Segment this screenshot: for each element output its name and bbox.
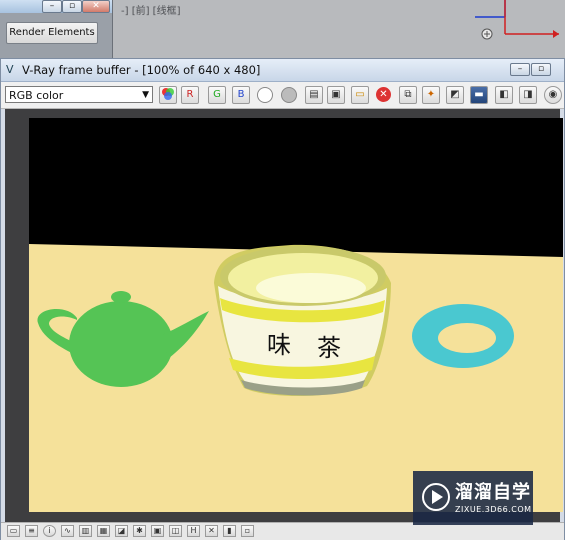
blue-channel-icon[interactable]: B xyxy=(232,86,250,104)
info-icon[interactable]: i xyxy=(43,525,56,537)
render-canvas: 味 茶 xyxy=(29,118,563,512)
curves-icon[interactable]: ∿ xyxy=(61,525,74,537)
color-corrections-icon[interactable]: ▭ xyxy=(7,525,20,537)
channel-select[interactable]: RGB color ▼ xyxy=(5,86,153,103)
viewport-label[interactable]: -] [前] [线框] xyxy=(121,2,180,17)
watermark: 溜溜自学 ZIXUE.3D66.COM xyxy=(413,471,533,525)
command-panel: – ▫ ✕ Render Elements xyxy=(0,0,113,60)
cup-text-right: 茶 xyxy=(317,334,341,362)
front-viewport[interactable]: -] [前] [线框] xyxy=(113,0,565,60)
torus-object xyxy=(412,304,514,368)
lens-effects-icon[interactable]: ▮ xyxy=(223,525,236,537)
vfb-restore-button[interactable]: ▫ xyxy=(531,63,551,76)
track-mouse-icon[interactable]: ✦ xyxy=(422,86,440,104)
link-icon[interactable]: ▬ xyxy=(470,86,488,104)
render-image[interactable]: 味 茶 xyxy=(29,118,563,512)
history-icon[interactable]: ◨ xyxy=(519,86,537,104)
vfb-title: V-Ray frame buffer - [100% of 640 x 480] xyxy=(22,63,261,77)
display-correction-icon[interactable]: ◧ xyxy=(495,86,513,104)
axis-gizmo xyxy=(475,0,559,40)
red-channel-icon[interactable]: R xyxy=(181,86,199,104)
vray-icon: V xyxy=(6,63,14,76)
green-channel-icon[interactable]: G xyxy=(208,86,226,104)
vray-frame-buffer-window: V V-Ray frame buffer - [100% of 640 x 48… xyxy=(0,58,565,540)
lut-icon[interactable]: ◪ xyxy=(115,525,128,537)
vfb-toolbar: RGB color ▼ R G B ▤ ▣ ▭ ✕ ⧉ ✦ ◩ ▬ ◧ ◨ ◉ xyxy=(1,82,564,109)
chevron-down-icon: ▼ xyxy=(142,90,149,100)
icc-icon[interactable]: ▣ xyxy=(151,525,164,537)
watermark-url: ZIXUE.3D66.COM xyxy=(455,505,532,514)
clear-icon[interactable]: ✕ xyxy=(376,87,391,102)
teacup-object: 味 茶 xyxy=(214,244,391,397)
histogram-icon[interactable]: ▦ xyxy=(97,525,110,537)
watermark-name: 溜溜自学 xyxy=(455,482,531,503)
exposure-icon[interactable]: ▥ xyxy=(79,525,92,537)
save-all-icon[interactable]: ▣ xyxy=(327,86,345,104)
zoom-icon[interactable]: ▫ xyxy=(241,525,254,537)
stop-icon[interactable]: ◉ xyxy=(544,86,562,104)
render-elements-button[interactable]: Render Elements xyxy=(6,22,98,44)
rgb-channel-icon[interactable] xyxy=(159,86,177,104)
white-circle-icon[interactable] xyxy=(257,87,273,103)
channel-select-value: RGB color xyxy=(9,89,64,102)
open-icon[interactable]: ▭ xyxy=(351,86,369,104)
levels-icon[interactable]: ≡ xyxy=(25,525,38,537)
panel-restore-button[interactable]: ▫ xyxy=(62,0,82,13)
srgb-icon[interactable]: ◫ xyxy=(169,525,182,537)
render-region-icon[interactable]: ◩ xyxy=(446,86,464,104)
ocio-icon[interactable]: ✱ xyxy=(133,525,146,537)
vfb-titlebar[interactable]: V V-Ray frame buffer - [100% of 640 x 48… xyxy=(1,59,564,82)
panel-minimize-button[interactable]: – xyxy=(42,0,62,13)
vfb-minimize-button[interactable]: – xyxy=(510,63,530,76)
pixel-aspect-icon[interactable]: H xyxy=(187,525,200,537)
cup-text-left: 味 xyxy=(267,331,291,359)
watermark-logo-icon xyxy=(422,483,450,511)
stereo-icon[interactable]: ✕ xyxy=(205,525,218,537)
save-icon[interactable]: ▤ xyxy=(305,86,323,104)
panel-close-button[interactable]: ✕ xyxy=(82,0,110,13)
gray-circle-icon[interactable] xyxy=(281,87,297,103)
copy-icon[interactable]: ⧉ xyxy=(399,86,417,104)
